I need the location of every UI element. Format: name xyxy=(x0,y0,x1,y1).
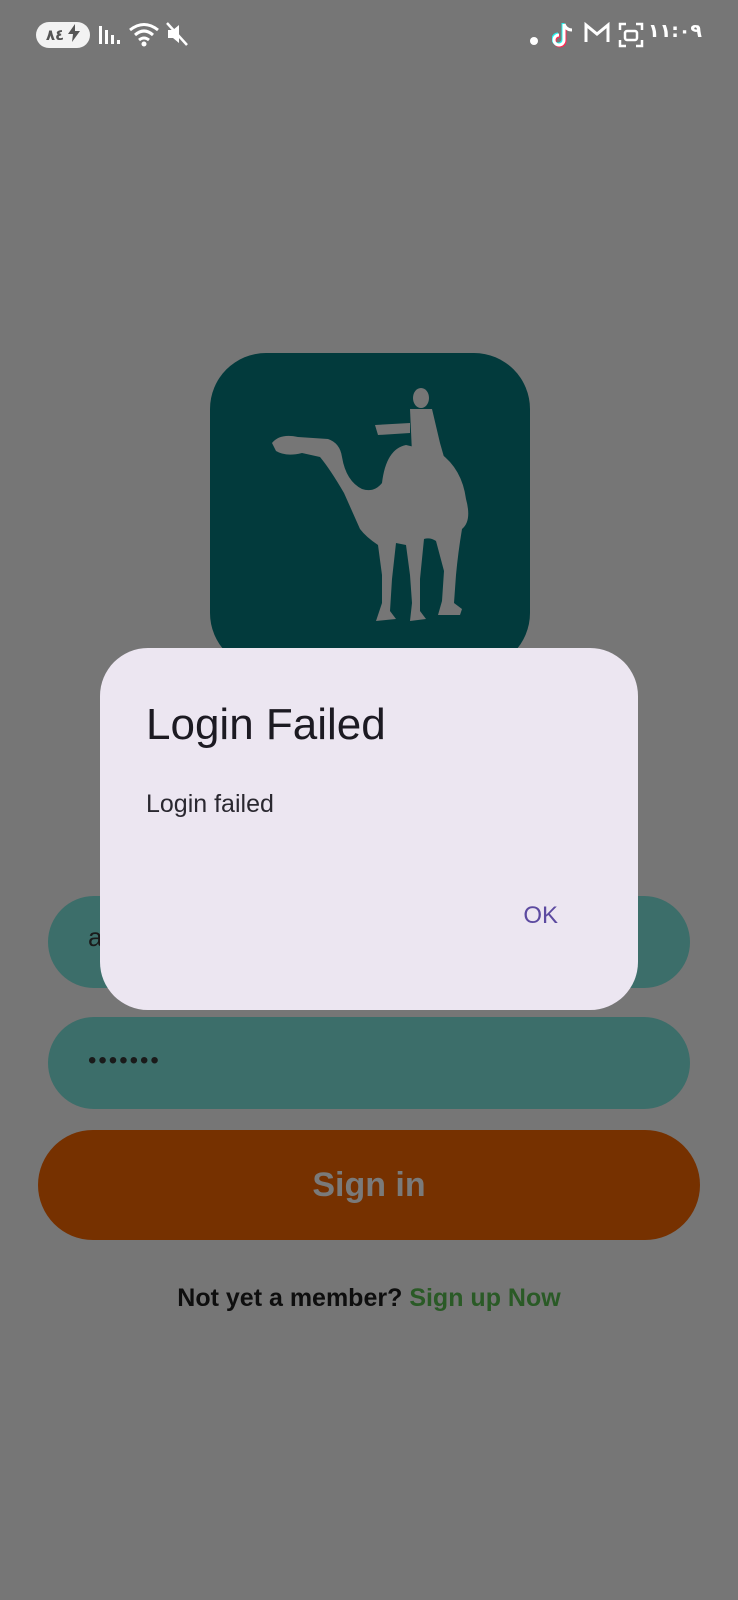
ok-button[interactable]: OK xyxy=(523,902,558,930)
dialog-title: Login Failed xyxy=(146,700,386,749)
app-logo xyxy=(210,353,530,669)
signup-link[interactable]: Sign up Now xyxy=(409,1284,560,1312)
sign-in-label: Sign in xyxy=(312,1165,426,1204)
sign-in-button[interactable]: Sign in xyxy=(38,1130,700,1240)
signal-icon xyxy=(98,22,122,51)
password-field[interactable]: ••••••• xyxy=(48,1017,690,1109)
signup-row: Not yet a member? Sign up Now xyxy=(0,1284,738,1313)
screenshot-icon xyxy=(618,22,644,53)
charging-icon xyxy=(68,24,81,46)
status-time: ١١:٠٩ xyxy=(648,20,702,42)
tiktok-icon xyxy=(551,22,576,53)
wifi-icon xyxy=(128,22,160,53)
status-bar: ٨٤ ١١:٠٩ xyxy=(0,0,738,72)
battery-level: ٨٤ xyxy=(45,26,65,44)
gmail-icon xyxy=(584,21,610,49)
battery-indicator: ٨٤ xyxy=(36,22,90,48)
login-failed-dialog: Login Failed Login failed OK xyxy=(100,648,638,1010)
camel-rider-icon xyxy=(272,388,469,621)
password-value: ••••••• xyxy=(88,1047,161,1074)
dialog-message: Login failed xyxy=(146,790,274,818)
mute-icon xyxy=(166,22,188,51)
dot-icon xyxy=(530,32,538,50)
signup-prompt: Not yet a member? xyxy=(177,1284,410,1312)
